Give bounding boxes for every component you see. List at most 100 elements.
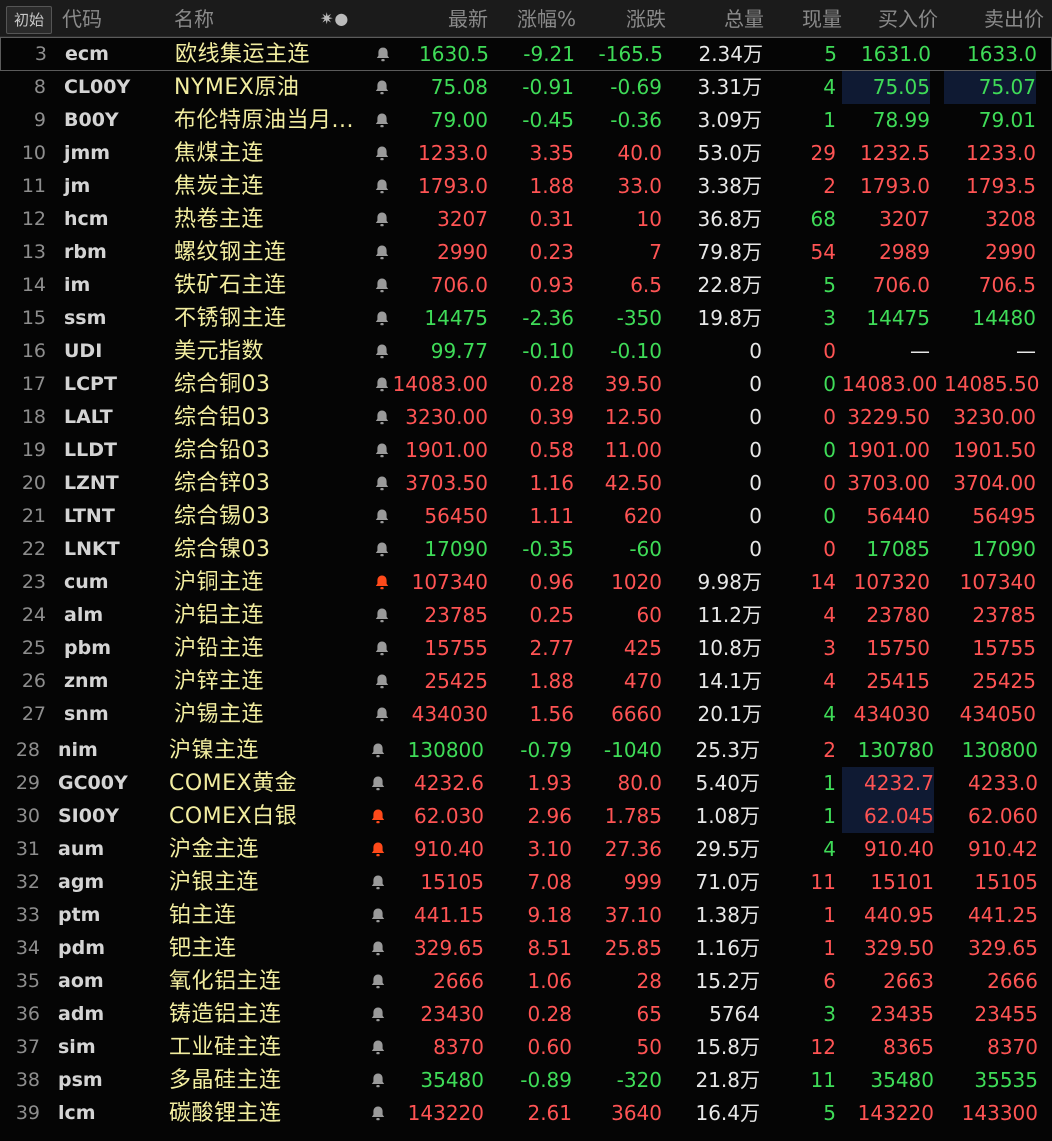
alert-bell-icon[interactable] xyxy=(374,706,390,723)
alert-bell-icon[interactable] xyxy=(374,310,390,327)
volume-unit: 万 xyxy=(742,570,762,594)
table-row[interactable]: 33 ptm 铂主连 441.15 9.18 37.10 1 440.95 441.25 1.38… xyxy=(0,899,1052,932)
alert-bell-icon[interactable] xyxy=(370,1039,386,1056)
alert-bell-active-icon[interactable] xyxy=(370,841,386,858)
table-row[interactable]: 21 LTNT 综合锡03 56450 1.11 620 0 56440 56495 0 xyxy=(0,500,1052,533)
alert-bell-icon[interactable] xyxy=(374,508,390,525)
table-row[interactable]: 3 ecm 欧线集运主连 1630.5 -9.21 -165.5 5 1631.0 1633.0… xyxy=(0,37,1052,71)
alert-bell-icon[interactable] xyxy=(374,79,390,96)
alert-bell-icon[interactable] xyxy=(374,145,390,162)
total-volume: 5764 xyxy=(670,998,760,1031)
table-row[interactable]: 15 ssm 不锈钢主连 14475 -2.36 -350 3 14475 14480 19.8万 xyxy=(0,302,1052,335)
alert-bell-icon[interactable] xyxy=(375,46,391,63)
alert-bell-icon[interactable] xyxy=(370,907,386,924)
alert-bell-active-icon[interactable] xyxy=(374,574,390,591)
alert-bell-icon[interactable] xyxy=(374,640,390,657)
table-row[interactable]: 30 SI00Y COMEX白银 62.030 2.96 1.785 1 62.045 62.0… xyxy=(0,800,1052,833)
table-row[interactable]: 11 jm 焦炭主连 1793.0 1.88 33.0 2 1793.0 1793.5 3.38万 xyxy=(0,170,1052,203)
table-row[interactable]: 29 GC00Y COMEX黄金 4232.6 1.93 80.0 1 4232.7 4233.… xyxy=(0,767,1052,800)
change-percent: -0.10 xyxy=(522,339,574,363)
alert-bell-icon[interactable] xyxy=(374,376,390,393)
table-row[interactable]: 10 jmm 焦煤主连 1233.0 3.35 40.0 29 1232.5 1233.0 53.… xyxy=(0,137,1052,170)
volume-unit: 万 xyxy=(740,738,760,762)
table-row[interactable]: 18 LALT 综合铝03 3230.00 0.39 12.50 0 3229.50 3230.… xyxy=(0,401,1052,434)
table-row[interactable]: 27 snm 沪锡主连 434030 1.56 6660 4 434030 434050 20.1… xyxy=(0,698,1052,730)
alert-bell-active-icon[interactable] xyxy=(370,808,386,825)
table-row[interactable]: 39 lcm 碳酸锂主连 143220 2.61 3640 5 143220 143300 16.… xyxy=(0,1097,1052,1130)
table-row[interactable]: 37 sim 工业硅主连 8370 0.60 50 12 8365 8370 15.8万 xyxy=(0,1031,1052,1064)
alert-bell-icon[interactable] xyxy=(374,277,390,294)
table-row[interactable]: 14 im 铁矿石主连 706.0 0.93 6.5 5 706.0 706.5 22.8万 xyxy=(0,269,1052,302)
table-row[interactable]: 32 agm 沪银主连 15105 7.08 999 11 15101 15105 71.0万 xyxy=(0,866,1052,899)
alert-bell-icon[interactable] xyxy=(374,475,390,492)
alert-bell-icon[interactable] xyxy=(374,178,390,195)
alert-bell-icon[interactable] xyxy=(374,343,390,360)
alert-bell-icon[interactable] xyxy=(370,1072,386,1089)
contract-name: COMEX黄金 xyxy=(169,771,298,796)
table-row[interactable]: 23 cum 沪铜主连 107340 0.96 1020 14 107320 107340 9.9… xyxy=(0,566,1052,599)
total-volume: 3.09万 xyxy=(670,104,762,137)
alert-bell-icon[interactable] xyxy=(374,244,390,261)
table-row[interactable]: 19 LLDT 综合铅03 1901.00 0.58 11.00 0 1901.00 1901.… xyxy=(0,434,1052,467)
change-value: 470 xyxy=(623,669,662,693)
header-name[interactable]: 名称 xyxy=(174,0,214,36)
ask-price: 3704.00 xyxy=(953,471,1036,495)
start-button[interactable]: 初始 xyxy=(6,6,52,34)
last-price: 2990 xyxy=(437,240,488,264)
ask-price: 441.25 xyxy=(968,903,1038,927)
header-bid[interactable]: 买入价 xyxy=(846,0,938,36)
table-row[interactable]: 38 psm 多晶硅主连 35480 -0.89 -320 11 35480 35535 21.8… xyxy=(0,1064,1052,1097)
table-row[interactable]: 35 aom 氧化铝主连 2666 1.06 28 6 2663 2666 15.2万 xyxy=(0,965,1052,998)
alert-bell-icon[interactable] xyxy=(370,775,386,792)
current-volume: 0 xyxy=(823,339,836,363)
total-volume: 2.34万 xyxy=(671,38,763,71)
header-change[interactable]: 涨跌 xyxy=(580,0,666,36)
table-row[interactable]: 36 adm 铸造铝主连 23430 0.28 65 3 23435 23455 5764 xyxy=(0,998,1052,1031)
header-current-volume[interactable]: 现量 xyxy=(770,0,842,36)
header-volume[interactable]: 总量 xyxy=(676,0,764,36)
bid-price: 1232.5 xyxy=(860,141,930,165)
change-percent: -0.35 xyxy=(522,537,574,561)
contract-code: rbm xyxy=(64,241,107,263)
ask-price: 14480 xyxy=(972,306,1036,330)
alert-bell-icon[interactable] xyxy=(374,211,390,228)
table-row[interactable]: 25 pbm 沪铅主连 15755 2.77 425 3 15750 15755 10.8万 xyxy=(0,632,1052,665)
alert-bell-icon[interactable] xyxy=(370,940,386,957)
total-volume: 0 xyxy=(670,368,762,401)
alert-bell-icon[interactable] xyxy=(370,1006,386,1023)
row-index: 29 xyxy=(15,772,40,794)
volume-number: 25.3 xyxy=(695,738,740,762)
header-code[interactable]: 代码 xyxy=(62,0,102,36)
last-price: 25425 xyxy=(424,669,488,693)
table-row[interactable]: 16 UDI 美元指数 99.77 -0.10 -0.10 0 — — 0 xyxy=(0,335,1052,368)
alert-bell-icon[interactable] xyxy=(374,541,390,558)
table-row[interactable]: 13 rbm 螺纹钢主连 2990 0.23 7 54 2989 2990 79.8万 xyxy=(0,236,1052,269)
table-row[interactable]: 17 LCPT 综合铜03 14083.00 0.28 39.50 0 14083.00 140… xyxy=(0,368,1052,401)
alert-bell-icon[interactable] xyxy=(374,607,390,624)
table-row[interactable]: 26 znm 沪锌主连 25425 1.88 470 4 25415 25425 14.1万 xyxy=(0,665,1052,698)
alert-bell-icon[interactable] xyxy=(370,742,386,759)
table-row[interactable]: 24 alm 沪铝主连 23785 0.25 60 4 23780 23785 11.2万 xyxy=(0,599,1052,632)
table-row[interactable]: 8 CL00Y NYMEX原油 75.08 -0.91 -0.69 4 75.05 75.07 3… xyxy=(0,71,1052,104)
table-row[interactable]: 20 LZNT 综合锌03 3703.50 1.16 42.50 0 3703.00 3704.… xyxy=(0,467,1052,500)
settings-toggle-icon[interactable]: ✷● xyxy=(320,0,349,36)
table-row[interactable]: 9 B00Y 布伦特原油当月... 79.00 -0.45 -0.36 1 78.99 79.0… xyxy=(0,104,1052,137)
alert-bell-icon[interactable] xyxy=(370,973,386,990)
alert-bell-icon[interactable] xyxy=(374,442,390,459)
alert-bell-icon[interactable] xyxy=(374,673,390,690)
alert-bell-icon[interactable] xyxy=(374,112,390,129)
table-row[interactable]: 34 pdm 钯主连 329.65 8.51 25.85 1 329.50 329.65 1.16… xyxy=(0,932,1052,965)
alert-bell-icon[interactable] xyxy=(374,409,390,426)
last-price: 1793.0 xyxy=(418,174,488,198)
header-ask[interactable]: 卖出价 xyxy=(944,0,1044,36)
header-last[interactable]: 最新 xyxy=(400,0,488,36)
alert-bell-icon[interactable] xyxy=(370,874,386,891)
contract-name: 氧化铝主连 xyxy=(169,969,282,994)
table-row[interactable]: 12 hcm 热卷主连 3207 0.31 10 68 3207 3208 36.8万 xyxy=(0,203,1052,236)
table-row[interactable]: 22 LNKT 综合镍03 17090 -0.35 -60 0 17085 17090 0 xyxy=(0,533,1052,566)
table-row[interactable]: 31 aum 沪金主连 910.40 3.10 27.36 4 910.40 910.42 29.… xyxy=(0,833,1052,866)
table-row[interactable]: 28 nim 沪镍主连 130800 -0.79 -1040 2 130780 130800 25… xyxy=(0,734,1052,767)
bid-price: 75.05 xyxy=(842,71,930,104)
header-change-pct[interactable]: 涨幅% xyxy=(490,0,576,36)
alert-bell-icon[interactable] xyxy=(370,1105,386,1122)
